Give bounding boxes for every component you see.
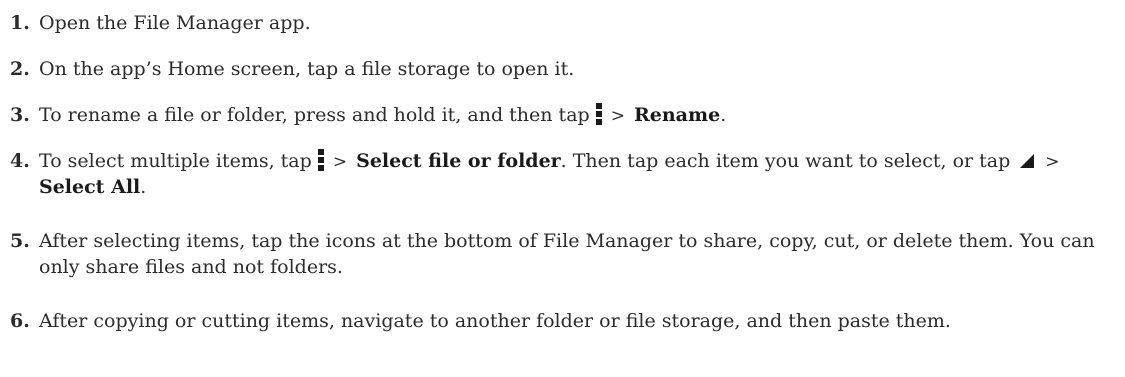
menu-item-select-file-or-folder: Select file or folder [356,150,561,172]
step-number: 6. [10,310,30,332]
step-number: 1. [10,12,30,34]
step-text: To select multiple items, tap > Select fi… [39,148,1110,201]
step-4: 4. To select multiple items, tap > Select… [0,148,1110,201]
select-all-corner-icon [1020,154,1035,168]
step-5: 5. After selecting items, tap the icons … [0,228,1110,280]
step-text: To rename a file or folder, press and ho… [39,102,1110,128]
menu-item-select-all: Select All [39,176,141,199]
step-text: After copying or cutting items, navigate… [39,310,951,332]
step-3: 3. To rename a file or folder, press and… [0,102,1110,128]
step-number: 4. [10,150,30,172]
more-options-icon [317,149,324,171]
step-text: After selecting items, tap the icons at … [39,230,1095,279]
step-number: 2. [10,58,30,80]
step-text-part: . [720,104,727,126]
menu-separator: > [610,106,625,126]
step-text: Open the File Manager app. [39,12,311,34]
menu-item-rename: Rename [633,104,721,126]
step-text-part: . [140,176,147,199]
step-1: 1. Open the File Manager app. [0,10,1110,36]
step-number: 3. [10,104,30,126]
step-text-part: . Then tap each item you want to select,… [560,150,1011,172]
step-6: 6. After copying or cutting items, navig… [0,308,1110,334]
step-text-part: To rename a file or folder, press and ho… [39,104,590,126]
step-number: 5. [10,230,30,252]
step-text: On the app’s Home screen, tap a file sto… [39,58,575,80]
menu-separator: > [332,152,348,172]
step-text-part: To select multiple items, tap [39,150,312,172]
step-2: 2. On the app’s Home screen, tap a file … [0,56,1110,82]
menu-separator: > [1045,152,1060,172]
more-options-icon [595,103,602,125]
